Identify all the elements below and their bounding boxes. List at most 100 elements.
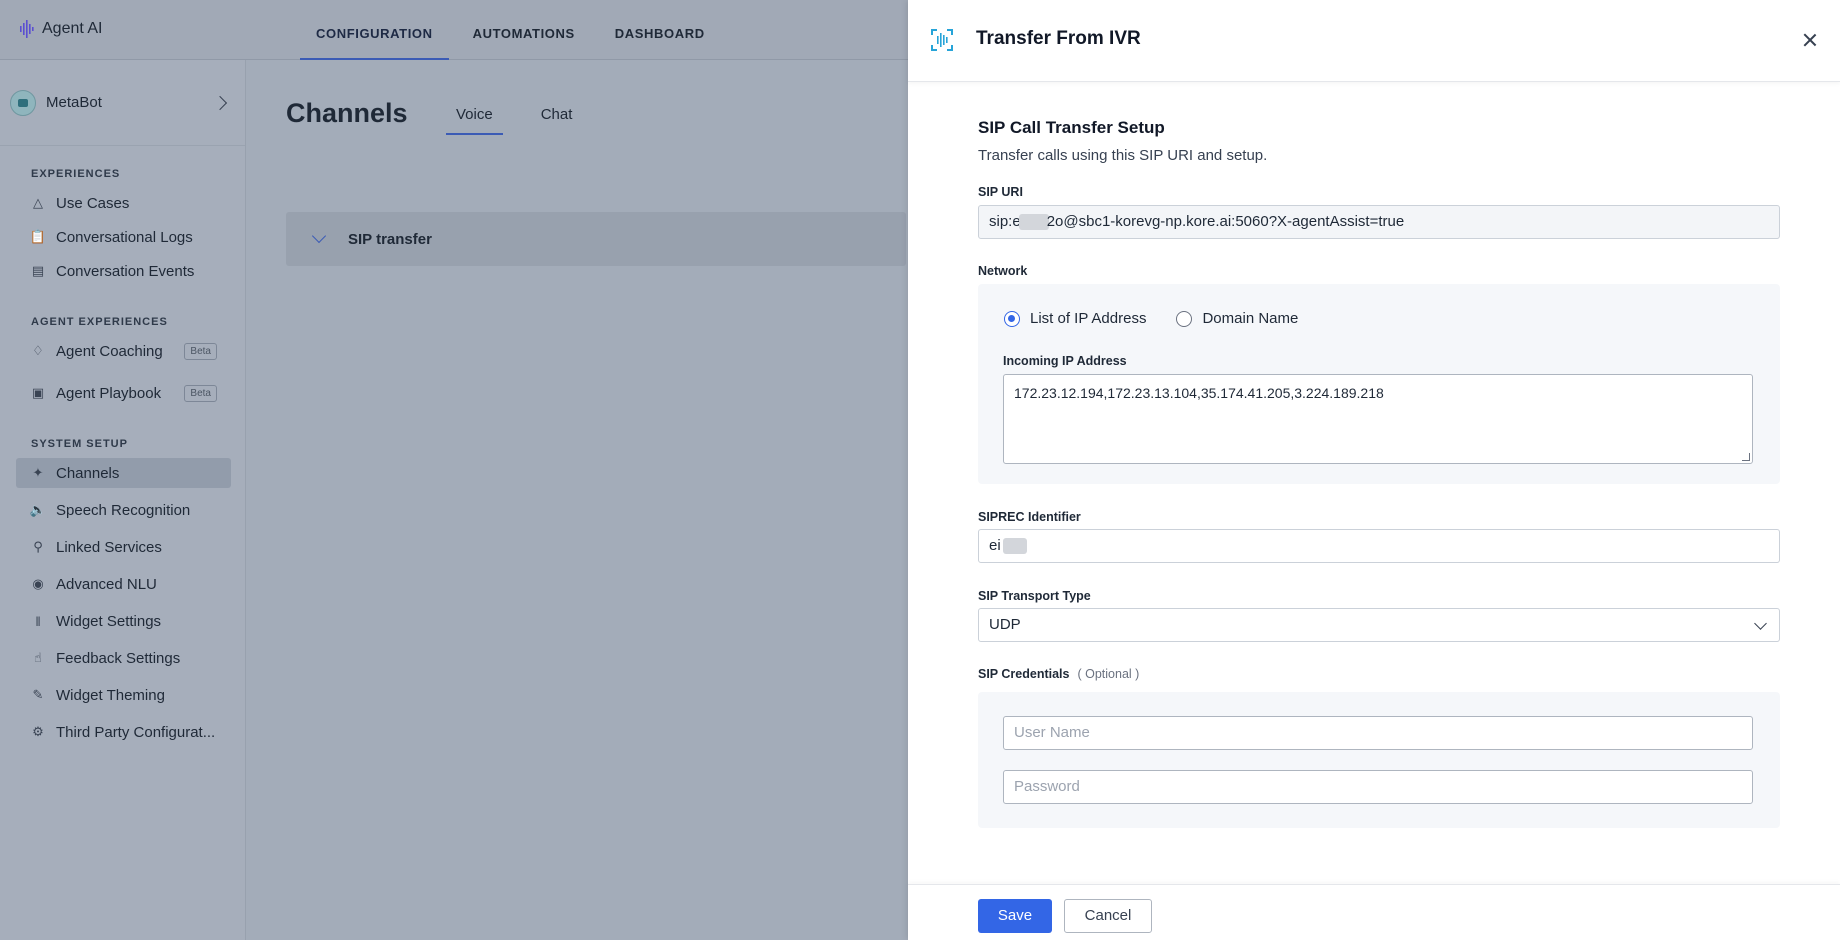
bot-name: MetaBot [46, 94, 102, 111]
sidebar-item-agent-coaching[interactable]: ♢ Agent Coaching Beta [16, 336, 231, 366]
radio-unselected-icon [1176, 310, 1193, 327]
radio-selected-icon [1004, 310, 1020, 327]
page-title: Channels [286, 98, 408, 128]
transport-value: UDP [989, 616, 1021, 633]
nav-configuration[interactable]: CONFIGURATION [300, 0, 449, 60]
sidebar-item-label: Widget Settings [56, 612, 162, 630]
sip-transfer-card[interactable]: SIP transfer [286, 212, 906, 266]
setup-description: Transfer calls using this SIP URI and se… [978, 147, 1268, 164]
chevron-right-icon [212, 95, 228, 110]
sidebar-item-label: Linked Services [56, 538, 162, 556]
chevron-down-icon [311, 228, 327, 244]
sidebar-item-label: Third Party Configurat... [56, 723, 216, 741]
resize-handle-icon[interactable] [1742, 453, 1750, 461]
section-title-agent-experiences: AGENT EXPERIENCES [31, 316, 168, 328]
credentials-label-text: SIP Credentials [978, 667, 1070, 681]
sip-uri-prefix: sip:e [989, 213, 1021, 230]
sidebar-item-third-party[interactable]: ⚙ Third Party Configurat... [16, 717, 231, 747]
tab-chat[interactable]: Chat [531, 100, 583, 135]
drawer-header: Transfer From IVR [908, 0, 1840, 82]
transport-label: SIP Transport Type [978, 589, 1091, 603]
nav-automations[interactable]: AUTOMATIONS [457, 0, 591, 60]
drawer-title: Transfer From IVR [976, 28, 1141, 49]
incoming-ip-value: 172.23.12.194,172.23.13.104,35.174.41.20… [1014, 385, 1384, 401]
radio-ip-list-label: List of IP Address [1030, 310, 1147, 327]
playbook-icon: ▣ [31, 385, 45, 400]
sidebar-item-use-cases[interactable]: △ Use Cases [16, 188, 231, 218]
network-radio-group: List of IP Address Domain Name [1004, 310, 1298, 327]
sidebar-item-conversational-logs[interactable]: 📋 Conversational Logs [16, 222, 231, 252]
redacted-mask [1018, 214, 1049, 231]
bot-avatar-icon [10, 89, 36, 116]
siprec-label: SIPREC Identifier [978, 510, 1081, 524]
network-panel: List of IP Address Domain Name Incoming … [978, 284, 1780, 484]
sidebar-item-widget-theming[interactable]: ✎ Widget Theming [16, 680, 231, 710]
optional-tag: ( Optional ) [1077, 667, 1140, 681]
credentials-label: SIP Credentials ( Optional ) [978, 667, 1139, 681]
sidebar-item-label: Conversation Events [56, 262, 195, 280]
cancel-button[interactable]: Cancel [1064, 899, 1152, 933]
redacted-mask [1002, 538, 1027, 555]
bot-selector[interactable]: MetaBot [0, 60, 245, 146]
app-logo-text: Agent AI [42, 20, 103, 37]
close-icon[interactable] [1800, 30, 1820, 50]
sidebar-item-label: Feedback Settings [56, 649, 181, 667]
nlu-icon: ◉ [32, 576, 44, 591]
sidebar-item-label: Agent Coaching [56, 342, 163, 360]
network-label: Network [978, 264, 1028, 278]
logs-icon: 📋 [29, 229, 47, 244]
tab-voice[interactable]: Voice [446, 100, 503, 135]
thumbs-up-icon: ☝ [34, 650, 42, 665]
setup-title: SIP Call Transfer Setup [978, 118, 1165, 137]
incoming-ip-label: Incoming IP Address [1003, 354, 1127, 368]
top-nav: CONFIGURATION AUTOMATIONS DASHBOARD [300, 0, 721, 60]
sip-transfer-label: SIP transfer [348, 230, 432, 248]
section-title-experiences: EXPERIENCES [31, 168, 121, 180]
channel-tabs: Voice Chat [446, 100, 582, 135]
nav-dashboard[interactable]: DASHBOARD [599, 0, 721, 60]
siprec-field[interactable]: ei [978, 529, 1780, 563]
sidebar-item-label: Channels [56, 464, 120, 482]
section-title-system-setup: SYSTEM SETUP [31, 438, 128, 450]
brush-icon: ✎ [32, 687, 44, 702]
sidebar-item-widget-settings[interactable]: ‖ Widget Settings [16, 606, 231, 636]
beta-badge: Beta [184, 342, 217, 360]
sidebar-item-advanced-nlu[interactable]: ◉ Advanced NLU [16, 569, 231, 599]
waveform-icon: ‖ [35, 613, 41, 629]
beta-badge: Beta [184, 384, 217, 402]
search-icon: ⚲ [33, 539, 43, 554]
use-cases-icon: △ [33, 195, 43, 210]
sidebar-item-linked-services[interactable]: ⚲ Linked Services [16, 532, 231, 562]
app-logo[interactable]: Agent AI [20, 20, 103, 38]
sidebar-item-agent-playbook[interactable]: ▣ Agent Playbook Beta [16, 378, 231, 408]
save-button[interactable]: Save [978, 899, 1052, 933]
incoming-ip-textarea[interactable]: 172.23.12.194,172.23.13.104,35.174.41.20… [1003, 374, 1753, 464]
radio-domain-name-label: Domain Name [1202, 310, 1299, 327]
channels-icon: ✦ [32, 465, 44, 480]
sidebar-item-label: Conversational Logs [56, 228, 193, 246]
sidebar-item-label: Widget Theming [56, 686, 165, 704]
sip-uri-suffix: 2o@sbc1-korevg-np.kore.ai:5060?X-agentAs… [1046, 213, 1405, 230]
sidebar: MetaBot EXPERIENCES △ Use Cases 📋 Conver… [0, 60, 246, 940]
sip-uri-label: SIP URI [978, 185, 1023, 199]
speech-icon: 🔈 [29, 502, 47, 517]
sidebar-item-label: Advanced NLU [56, 575, 157, 593]
sidebar-item-conversation-events[interactable]: ▤ Conversation Events [16, 256, 231, 286]
radio-domain-name[interactable]: Domain Name [1176, 310, 1298, 327]
sidebar-item-speech-recognition[interactable]: 🔈 Speech Recognition [16, 495, 231, 525]
coaching-icon: ♢ [32, 343, 44, 358]
password-input[interactable]: Password [1003, 770, 1753, 804]
drawer-footer: Save Cancel [908, 884, 1840, 940]
events-icon: ▤ [31, 263, 45, 278]
sidebar-item-channels[interactable]: ✦ Channels [16, 458, 231, 488]
sidebar-item-label: Speech Recognition [56, 501, 191, 519]
credentials-panel: User Name Password [978, 692, 1780, 828]
radio-ip-list[interactable]: List of IP Address [1004, 310, 1146, 327]
sidebar-item-label: Agent Playbook [56, 384, 162, 402]
username-input[interactable]: User Name [1003, 716, 1753, 750]
transfer-drawer: Transfer From IVR SIP Call Transfer Setu… [908, 0, 1840, 940]
sidebar-item-feedback-settings[interactable]: ☝ Feedback Settings [16, 643, 231, 673]
transport-select[interactable]: UDP [978, 608, 1780, 642]
ivr-scan-icon [931, 29, 953, 51]
sip-uri-field[interactable]: sip:e 2o@sbc1-korevg-np.kore.ai:5060?X-ag… [978, 205, 1780, 239]
